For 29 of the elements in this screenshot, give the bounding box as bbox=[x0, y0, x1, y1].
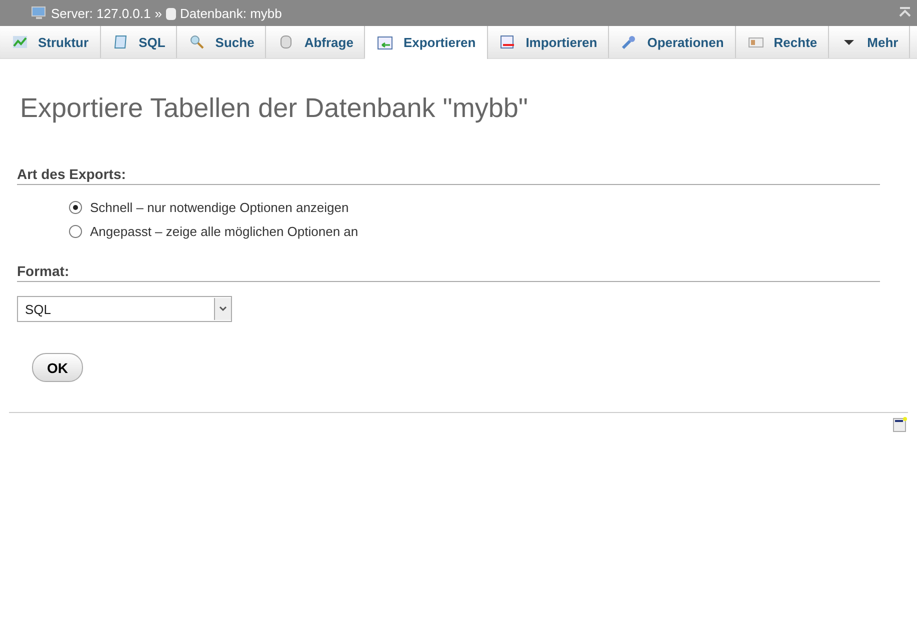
collapse-icon[interactable] bbox=[899, 7, 911, 17]
nav-tab[interactable]: Suche bbox=[177, 26, 266, 58]
radio-label[interactable]: Angepasst – zeige alle möglichen Optionen an bbox=[90, 224, 358, 239]
window-icon[interactable] bbox=[893, 416, 907, 432]
nav-tab[interactable]: Mehr bbox=[829, 26, 910, 58]
format-select[interactable]: SQL bbox=[17, 296, 232, 322]
nav-tab[interactable]: Operationen bbox=[609, 26, 736, 58]
radio-button[interactable] bbox=[69, 225, 82, 238]
database-icon bbox=[166, 6, 176, 20]
server-link[interactable]: Server: 127.0.0.1 bbox=[51, 6, 151, 20]
page-title: Exportiere Tabellen der Datenbank "mybb" bbox=[20, 93, 529, 124]
nav-tab[interactable]: SQL bbox=[100, 26, 178, 58]
search-icon bbox=[189, 34, 206, 50]
database-icon bbox=[278, 34, 294, 50]
database-link[interactable]: Datenbank: mybb bbox=[180, 6, 282, 20]
scroll-icon bbox=[112, 34, 129, 50]
export-icon bbox=[377, 34, 394, 50]
monitor-icon bbox=[31, 6, 47, 20]
radio-label[interactable]: Schnell – nur notwendige Optionen anzeigen bbox=[90, 200, 349, 215]
nav-tab[interactable]: Exportieren bbox=[365, 26, 488, 59]
breadcrumb-separator: » bbox=[154, 6, 162, 20]
nav-tab[interactable]: Importieren bbox=[488, 26, 610, 58]
radio-button[interactable] bbox=[69, 201, 82, 214]
section-heading: Format: bbox=[17, 263, 880, 282]
nav-tab[interactable]: Rechte bbox=[736, 26, 830, 58]
chart-icon bbox=[12, 34, 28, 50]
ok-button[interactable]: OK bbox=[32, 353, 83, 382]
section-heading: Art des Exports: bbox=[17, 166, 880, 185]
nav-tab[interactable]: Struktur bbox=[0, 26, 101, 58]
